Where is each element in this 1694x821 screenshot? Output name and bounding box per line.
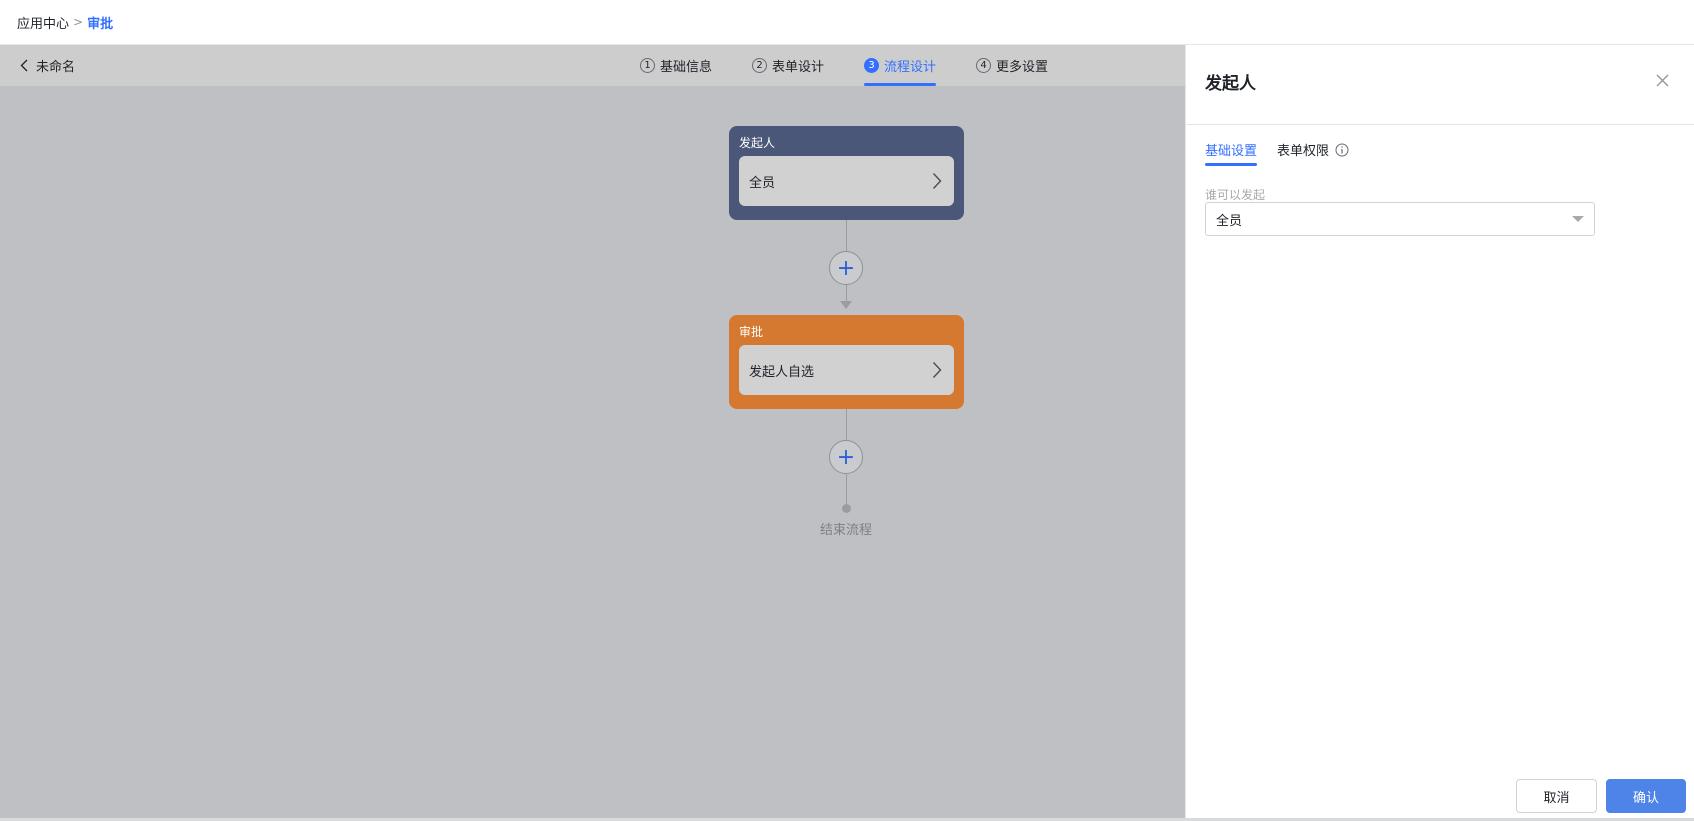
flow-diagram: 发起人 全员 + 审批 发起人自选 + 结束流程	[0, 45, 1185, 821]
panel-tabs: 基础设置 表单权限	[1205, 140, 1369, 166]
flow-canvas: 未命名 1 基础信息 2 表单设计 3 流程设计 4 更多设置 发起人 全员 +…	[0, 45, 1185, 821]
starter-node[interactable]: 发起人 全员	[729, 126, 964, 220]
tab-form-permissions[interactable]: 表单权限	[1277, 140, 1349, 165]
chevron-right-icon	[932, 362, 942, 378]
close-icon[interactable]	[1656, 74, 1669, 87]
tab-label: 基础设置	[1205, 144, 1258, 159]
breadcrumb: 应用中心 > 审批	[0, 0, 1694, 45]
connector-line	[846, 409, 847, 440]
node-title: 发起人	[739, 136, 776, 150]
starter-node-card[interactable]: 全员	[739, 156, 954, 206]
arrow-down-icon	[840, 301, 852, 309]
confirm-button[interactable]: 确认	[1606, 779, 1686, 813]
breadcrumb-separator: >	[73, 15, 84, 29]
approval-node-card[interactable]: 发起人自选	[739, 345, 954, 395]
breadcrumb-current: 审批	[87, 16, 114, 32]
cancel-button[interactable]: 取消	[1516, 779, 1597, 813]
add-node-button[interactable]: +	[829, 251, 863, 285]
info-icon[interactable]	[1335, 143, 1349, 157]
connector-line	[846, 220, 847, 251]
select-value: 全员	[1216, 213, 1243, 229]
end-dot	[842, 504, 851, 513]
end-flow-label: 结束流程	[819, 523, 872, 538]
node-value: 全员	[749, 175, 776, 191]
add-node-button[interactable]: +	[829, 440, 863, 474]
node-value: 发起人自选	[749, 364, 815, 380]
caret-down-icon	[1572, 216, 1584, 222]
node-settings-panel: 发起人 基础设置 表单权限 谁可以发起 全员 取消 确认	[1185, 45, 1694, 821]
panel-title: 发起人	[1205, 74, 1256, 94]
connector-line	[846, 474, 847, 505]
initiator-field-label: 谁可以发起	[1205, 188, 1266, 202]
node-title: 审批	[739, 325, 764, 339]
approval-node[interactable]: 审批 发起人自选	[729, 315, 964, 409]
breadcrumb-root[interactable]: 应用中心	[17, 13, 69, 32]
initiator-select[interactable]: 全员	[1205, 202, 1595, 236]
tab-label: 表单权限	[1277, 144, 1330, 159]
panel-header: 发起人	[1186, 45, 1694, 125]
tab-basic-settings[interactable]: 基础设置	[1205, 140, 1258, 166]
chevron-right-icon	[932, 173, 942, 189]
